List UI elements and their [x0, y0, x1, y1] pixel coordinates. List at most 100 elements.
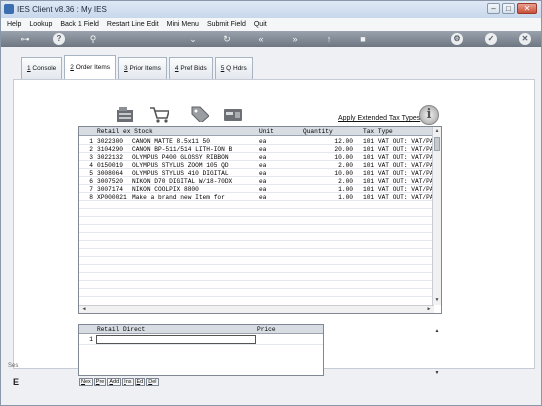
- table-row[interactable]: [79, 209, 441, 217]
- unit-cell[interactable]: ea: [259, 146, 266, 153]
- price-tag-icon[interactable]: [189, 104, 209, 122]
- table-row[interactable]: [79, 289, 441, 297]
- info-icon[interactable]: i: [419, 105, 439, 125]
- item-code-cell[interactable]: 3008064: [97, 170, 123, 177]
- table-row[interactable]: [79, 233, 441, 241]
- apply-extended-tax-types-link[interactable]: Apply Extended Tax Types: [338, 115, 420, 122]
- table-row[interactable]: 5 3008064 OLYMPUS STYLUS 410 DIGITAL ea 10.0…: [79, 169, 441, 177]
- retail-direct-input[interactable]: [96, 335, 256, 344]
- close-window-button[interactable]: ✕: [517, 3, 537, 14]
- menu-lookup[interactable]: Lookup: [29, 21, 52, 28]
- upload-icon[interactable]: ↑: [323, 33, 335, 45]
- quantity-cell[interactable]: 1.00: [301, 186, 353, 193]
- table-row[interactable]: [79, 241, 441, 249]
- item-description-cell[interactable]: OLYMPUS STYLUS 410 DIGITAL: [132, 170, 257, 177]
- menu-submit-field[interactable]: Submit Field: [207, 21, 246, 28]
- tax-type-cell[interactable]: 101 VAT OUT: VAT/PA: [363, 178, 433, 185]
- item-description-cell[interactable]: OLYMPUS P400 GLOSSY RIBBON: [132, 154, 257, 161]
- item-code-cell[interactable]: 3022132: [97, 154, 123, 161]
- table-row[interactable]: [79, 281, 441, 289]
- unit-cell[interactable]: ea: [259, 178, 266, 185]
- quantity-cell[interactable]: 2.00: [301, 178, 353, 185]
- edit-button[interactable]: Ed: [134, 378, 146, 386]
- minimize-button[interactable]: –: [487, 3, 500, 14]
- unit-cell[interactable]: ea: [259, 170, 266, 177]
- tab-order-items[interactable]: 2 Order Items: [64, 55, 117, 79]
- scroll-thumb[interactable]: [434, 137, 440, 151]
- col-header-quantity[interactable]: Quantity: [303, 128, 333, 135]
- tab-q-hdrs[interactable]: 5 Q Hdrs: [214, 57, 253, 79]
- unit-cell[interactable]: ea: [259, 154, 266, 161]
- item-description-cell[interactable]: Make a brand new Item for: [132, 194, 257, 201]
- tax-type-cell[interactable]: 101 VAT OUT: VAT/PA: [363, 170, 433, 177]
- add-button[interactable]: Add: [107, 378, 122, 386]
- table-row[interactable]: [79, 201, 441, 209]
- next-button[interactable]: Nex: [79, 378, 93, 386]
- help-icon[interactable]: ?: [53, 33, 65, 45]
- table-row[interactable]: 3 3022132 OLYMPUS P400 GLOSSY RIBBON ea 10.0…: [79, 153, 441, 161]
- previous-button[interactable]: Pre: [93, 378, 107, 386]
- menu-back-1-field[interactable]: Back 1 Field: [60, 21, 99, 28]
- scroll-up-button[interactable]: ▲: [433, 128, 441, 135]
- item-description-cell[interactable]: CANON BP-511/514 LITH-ION B: [132, 146, 257, 153]
- table-row[interactable]: 1 3022300 CANON MATTE 8.5x11 50 ea 12.00 101 …: [79, 137, 441, 145]
- unit-cell[interactable]: ea: [259, 162, 266, 169]
- col-header-price[interactable]: Price: [257, 326, 276, 333]
- item-code-cell[interactable]: 3007520: [97, 178, 123, 185]
- stop-icon[interactable]: ■: [357, 33, 369, 45]
- table-row[interactable]: [79, 225, 441, 233]
- item-code-cell[interactable]: XP000021: [97, 194, 127, 201]
- menu-mini-menu[interactable]: Mini Menu: [167, 21, 199, 28]
- table-row[interactable]: 7 3007174 NIKON COOLPIX 8800 ea 1.00 101 VAT …: [79, 185, 441, 193]
- search-icon[interactable]: ⚲: [87, 33, 99, 45]
- table-row[interactable]: [79, 217, 441, 225]
- tax-type-cell[interactable]: 101 VAT OUT: VAT/PA: [363, 194, 433, 201]
- item-description-cell[interactable]: OLYMPUS STYLUS ZOOM 105 QD: [132, 162, 257, 169]
- col-header-retail-ex-stock[interactable]: Retail ex Stock: [97, 128, 153, 135]
- quantity-cell[interactable]: 20.00: [301, 146, 353, 153]
- shopping-cart-icon[interactable]: [149, 106, 169, 124]
- tax-type-cell[interactable]: 101 VAT OUT: VAT/PA: [363, 138, 433, 145]
- scroll-down-button[interactable]: ▼: [433, 297, 441, 304]
- item-code-cell[interactable]: 3104290: [97, 146, 123, 153]
- double-left-icon[interactable]: «: [255, 33, 267, 45]
- double-right-icon[interactable]: »: [289, 33, 301, 45]
- col-header-retail-direct[interactable]: Retail Direct: [97, 326, 145, 333]
- menu-help[interactable]: Help: [7, 21, 21, 28]
- table-row[interactable]: 1: [79, 335, 323, 345]
- quantity-cell[interactable]: 10.00: [301, 154, 353, 161]
- table-row[interactable]: 2 3104290 CANON BP-511/514 LITH-ION Bea 20.…: [79, 145, 441, 153]
- cash-register-icon[interactable]: [115, 106, 135, 124]
- item-description-cell[interactable]: NIKON COOLPIX 8800: [132, 186, 257, 193]
- maximize-button[interactable]: □: [502, 3, 515, 14]
- quantity-cell[interactable]: 12.00: [301, 138, 353, 145]
- title-bar[interactable]: IES Client v8.36 : My IES – □ ✕: [1, 1, 541, 18]
- tab-pref-bids[interactable]: 4 Pref Bids: [168, 57, 213, 79]
- item-code-cell[interactable]: 3007174: [97, 186, 123, 193]
- col-header-unit[interactable]: Unit: [259, 128, 274, 135]
- tax-type-cell[interactable]: 101 VAT OUT: VAT/PA: [363, 162, 433, 169]
- table-row[interactable]: [79, 257, 441, 265]
- table-row[interactable]: [79, 249, 441, 257]
- grid-vertical-scrollbar[interactable]: ▲ ▼: [432, 127, 441, 305]
- invoice-card-icon[interactable]: [223, 106, 243, 124]
- scroll-right-button[interactable]: ▶: [425, 306, 433, 313]
- tab-prior-items[interactable]: 3 Prior Items: [118, 57, 167, 79]
- menu-quit[interactable]: Quit: [254, 21, 267, 28]
- close-icon[interactable]: ✕: [519, 33, 531, 45]
- tax-type-cell[interactable]: 101 VAT OUT: VAT/PA: [363, 146, 433, 153]
- chevron-down-icon[interactable]: ⌄: [187, 33, 199, 45]
- delete-button[interactable]: Del: [146, 378, 159, 386]
- side-scroll-down-button[interactable]: ▼: [433, 369, 441, 377]
- col-header-tax-type[interactable]: Tax Type: [363, 128, 393, 135]
- table-row[interactable]: 8 XP000021 Make a brand new Item for ea 1.00…: [79, 193, 441, 201]
- retail-direct-grid[interactable]: Retail Direct Price 1: [78, 324, 324, 376]
- order-items-grid[interactable]: Retail ex Stock Unit Quantity Tax Type 1…: [78, 126, 442, 314]
- quantity-cell[interactable]: 10.00: [301, 170, 353, 177]
- table-row[interactable]: [79, 273, 441, 281]
- quantity-cell[interactable]: 2.00: [301, 162, 353, 169]
- item-code-cell[interactable]: 0150019: [97, 162, 123, 169]
- grid-horizontal-scrollbar[interactable]: ◀ ▶: [79, 305, 434, 313]
- scroll-left-button[interactable]: ◀: [80, 306, 88, 313]
- item-description-cell[interactable]: CANON MATTE 8.5x11 50: [132, 138, 257, 145]
